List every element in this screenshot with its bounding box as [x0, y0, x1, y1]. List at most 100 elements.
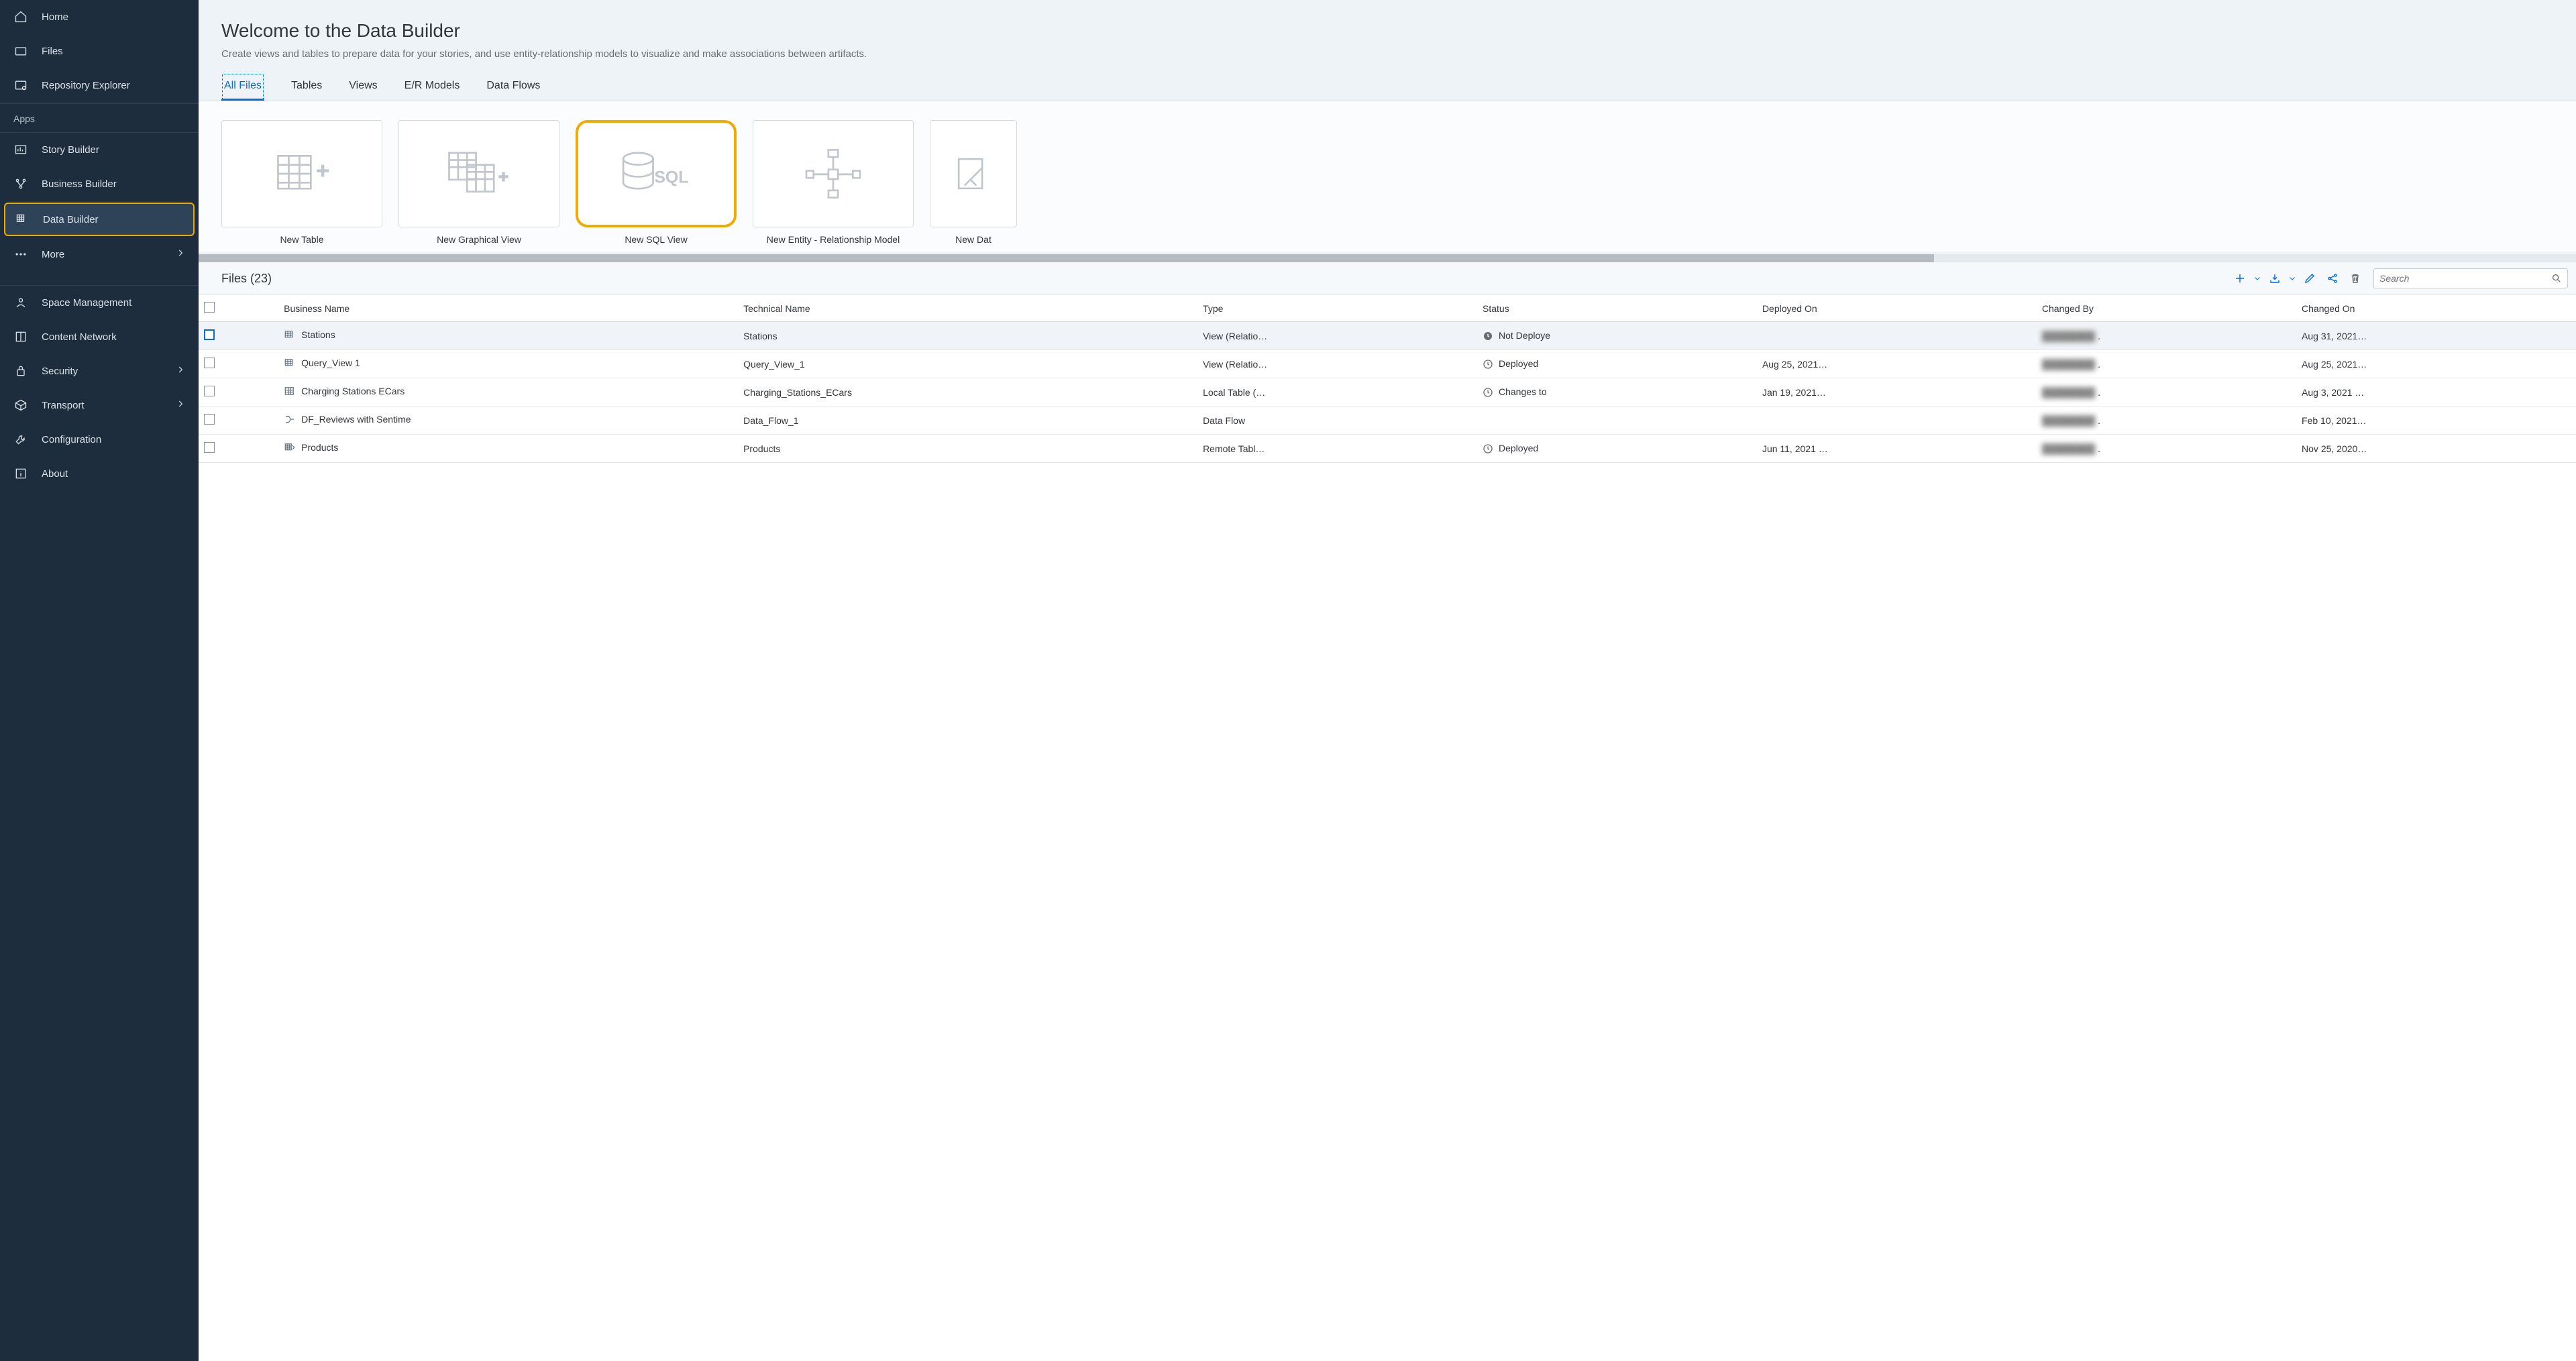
- artifact-type-icon: [284, 385, 297, 399]
- chevron-right-icon: [176, 365, 185, 377]
- sidebar-item-transport[interactable]: Transport: [0, 388, 199, 423]
- cell-technical-name: Query_View_1: [738, 350, 1197, 378]
- card-new-er-model[interactable]: New Entity - Relationship Model: [753, 120, 914, 245]
- card-box: [753, 120, 914, 227]
- cell-changed-by: ████████ .: [2037, 435, 2296, 463]
- tab-views[interactable]: Views: [349, 73, 377, 101]
- card-box: SQL: [576, 120, 737, 227]
- info-icon: [13, 466, 28, 481]
- sidebar-item-security[interactable]: Security: [0, 354, 199, 388]
- col-deployed-on[interactable]: Deployed On: [1757, 295, 2037, 322]
- row-checkbox[interactable]: [204, 386, 215, 396]
- svg-text:SQL: SQL: [654, 168, 688, 186]
- status-icon: [1483, 443, 1493, 454]
- horizontal-scrollbar[interactable]: [199, 254, 2576, 262]
- sidebar-item-label: Space Management: [42, 297, 131, 309]
- sidebar: Home Files Repository Explorer Apps Stor…: [0, 0, 199, 1361]
- col-business-name[interactable]: Business Name: [278, 295, 738, 322]
- artifact-type-icon: [284, 413, 297, 427]
- card-new-data-flow[interactable]: New Dat: [930, 120, 1017, 245]
- col-changed-on[interactable]: Changed On: [2296, 295, 2576, 322]
- row-checkbox[interactable]: [204, 414, 215, 425]
- card-label: New Graphical View: [398, 234, 559, 245]
- cell-type: View (Relatio…: [1197, 322, 1477, 350]
- graphical-view-icon: [445, 147, 513, 201]
- cell-changed-on: Feb 10, 2021…: [2296, 406, 2576, 435]
- tab-bar: All Files Tables Views E/R Models Data F…: [199, 73, 2576, 101]
- cell-status: Not Deploye: [1477, 322, 1757, 350]
- sidebar-item-more[interactable]: More: [0, 237, 199, 272]
- import-button[interactable]: [2263, 268, 2286, 289]
- files-count-title: Files (23): [221, 272, 272, 286]
- add-dropdown[interactable]: [2251, 268, 2263, 289]
- table-row[interactable]: StationsStationsView (Relatio…Not Deploy…: [199, 322, 2576, 350]
- cell-type: View (Relatio…: [1197, 350, 1477, 378]
- sidebar-item-data-builder[interactable]: Data Builder: [4, 203, 195, 236]
- status-icon: [1483, 359, 1493, 370]
- table-tools-icon: [15, 212, 30, 227]
- card-label: New SQL View: [576, 234, 737, 245]
- status-icon: [1483, 331, 1493, 341]
- search-input[interactable]: [2379, 273, 2551, 284]
- card-box: [930, 120, 1017, 227]
- cell-deployed-on: Jun 11, 2021 …: [1757, 435, 2037, 463]
- row-checkbox[interactable]: [204, 358, 215, 368]
- table-row[interactable]: DF_Reviews with SentimeData_Flow_1Data F…: [199, 406, 2576, 435]
- sidebar-item-files[interactable]: Files: [0, 34, 199, 68]
- sidebar-item-home[interactable]: Home: [0, 0, 199, 34]
- card-new-sql-view[interactable]: SQL New SQL View: [576, 120, 737, 245]
- chevron-right-icon: [176, 248, 185, 260]
- cell-status: Deployed: [1477, 350, 1757, 378]
- sidebar-item-space-management[interactable]: Space Management: [0, 286, 199, 320]
- search-icon: [2551, 273, 2562, 284]
- sidebar-item-content-network[interactable]: Content Network: [0, 320, 199, 354]
- edit-button[interactable]: [2298, 268, 2321, 289]
- table-row[interactable]: ProductsProductsRemote Tabl…DeployedJun …: [199, 435, 2576, 463]
- sidebar-item-story-builder[interactable]: Story Builder: [0, 133, 199, 167]
- network-icon: [13, 176, 28, 191]
- table-row[interactable]: Query_View 1Query_View_1View (Relatio…De…: [199, 350, 2576, 378]
- folder-icon: [13, 44, 28, 58]
- tab-er-models[interactable]: E/R Models: [405, 73, 460, 101]
- row-checkbox[interactable]: [204, 329, 215, 340]
- import-dropdown[interactable]: [2286, 268, 2298, 289]
- card-label: New Dat: [930, 234, 1017, 245]
- card-label: New Entity - Relationship Model: [753, 234, 914, 245]
- col-changed-by[interactable]: Changed By: [2037, 295, 2296, 322]
- col-technical-name[interactable]: Technical Name: [738, 295, 1197, 322]
- table-header-row: Business Name Technical Name Type Status…: [199, 295, 2576, 322]
- card-new-table[interactable]: New Table: [221, 120, 382, 245]
- search-box[interactable]: [2373, 268, 2568, 288]
- select-all-checkbox[interactable]: [204, 302, 215, 313]
- cell-status: Deployed: [1477, 435, 1757, 463]
- flow-icon: [953, 150, 994, 197]
- card-new-graphical-view[interactable]: New Graphical View: [398, 120, 559, 245]
- tab-tables[interactable]: Tables: [291, 73, 322, 101]
- tab-data-flows[interactable]: Data Flows: [486, 73, 540, 101]
- cell-changed-on: Aug 25, 2021…: [2296, 350, 2576, 378]
- artifact-type-icon: [284, 329, 297, 343]
- row-checkbox[interactable]: [204, 442, 215, 453]
- col-status[interactable]: Status: [1477, 295, 1757, 322]
- sidebar-item-label: Security: [42, 366, 78, 377]
- cell-deployed-on: [1757, 406, 2037, 435]
- cell-technical-name: Products: [738, 435, 1197, 463]
- sidebar-item-label: More: [42, 249, 64, 260]
- cell-deployed-on: [1757, 322, 2037, 350]
- table-row[interactable]: Charging Stations ECarsCharging_Stations…: [199, 378, 2576, 406]
- sidebar-item-repository-explorer[interactable]: Repository Explorer: [0, 68, 199, 103]
- sidebar-item-configuration[interactable]: Configuration: [0, 423, 199, 457]
- sidebar-item-business-builder[interactable]: Business Builder: [0, 167, 199, 201]
- cell-business-name: Products: [278, 435, 738, 463]
- chevron-right-icon: [176, 399, 185, 411]
- sidebar-item-about[interactable]: About: [0, 457, 199, 491]
- share-button[interactable]: [2321, 268, 2344, 289]
- tab-all-files[interactable]: All Files: [221, 73, 264, 101]
- add-button[interactable]: [2229, 268, 2251, 289]
- delete-button[interactable]: [2344, 268, 2367, 289]
- col-type[interactable]: Type: [1197, 295, 1477, 322]
- artifact-type-icon: [284, 441, 297, 455]
- cell-changed-on: Nov 25, 2020…: [2296, 435, 2576, 463]
- cell-business-name: Query_View 1: [278, 350, 738, 378]
- status-icon: [1483, 387, 1493, 398]
